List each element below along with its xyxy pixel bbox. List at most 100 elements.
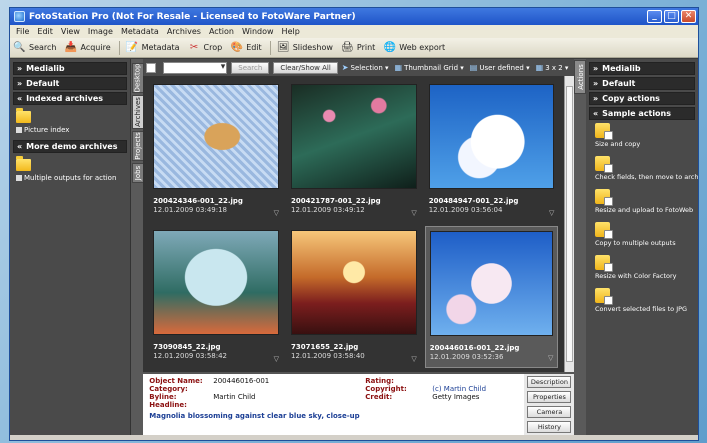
- menu-archives[interactable]: Archives: [163, 27, 205, 36]
- thumbnail-cell[interactable]: 200484947-001_22.jpg 12.01.2009 03:56:04 …: [425, 80, 559, 222]
- thumbnail-menu-icon[interactable]: ▽: [549, 209, 554, 217]
- thumbnail-image[interactable]: [290, 84, 417, 189]
- clear-show-all-button[interactable]: Clear/Show All: [273, 61, 338, 74]
- edit-icon: 🎨: [230, 42, 243, 53]
- section-copy-actions[interactable]: » Copy actions: [589, 92, 695, 105]
- tab-jobs[interactable]: Jobs: [131, 163, 144, 183]
- thumbnail-menu-icon[interactable]: ▽: [274, 209, 279, 217]
- close-button[interactable]: ✕: [681, 10, 696, 23]
- section-medialib[interactable]: » Medialib: [13, 62, 127, 75]
- chevron-down-icon: »: [593, 64, 599, 73]
- thumbnail-menu-icon[interactable]: ▽: [548, 354, 553, 362]
- thumbnail-filename: 200484947-001_22.jpg: [428, 197, 519, 205]
- camera-button[interactable]: Camera: [527, 406, 572, 418]
- thumbnail-cell[interactable]: 200421787-001_22.jpg 12.01.2009 03:49:12 …: [287, 80, 421, 222]
- tab-desktop[interactable]: Desktop: [131, 63, 144, 93]
- print-button[interactable]: 🖨 Print: [341, 41, 375, 54]
- globe-icon: 🌐: [383, 42, 397, 53]
- crop-button[interactable]: ✂ Crop: [188, 41, 222, 54]
- search-button[interactable]: 🔍 Search: [13, 41, 56, 54]
- thumbnail-filename: 73071655_22.jpg: [290, 343, 359, 351]
- user-defined-icon: ▤: [469, 63, 478, 72]
- tab-archives[interactable]: Archives: [131, 95, 144, 129]
- action-copy-multiple[interactable]: Copy to multiple outputs: [595, 222, 695, 247]
- section-default[interactable]: » Default: [13, 77, 127, 90]
- history-button[interactable]: History: [527, 421, 572, 433]
- section-sample-actions[interactable]: «Sample actions: [589, 107, 695, 120]
- right-vertical-tabs: Actions: [574, 59, 587, 440]
- thumbnail-cell[interactable]: 73090845_22.jpg 12.01.2009 03:58:42 ▽: [149, 226, 283, 368]
- thumbnail-menu-icon[interactable]: ▽: [274, 355, 279, 363]
- section-default-actions[interactable]: » Default: [589, 77, 695, 90]
- thumbnail-browser: Search Clear/Show All ➤Selection ▾ ▦Thum…: [143, 59, 575, 440]
- tab-actions[interactable]: Actions: [574, 60, 587, 94]
- thumbnail-menu-icon[interactable]: ▽: [411, 355, 416, 363]
- web-export-button[interactable]: 🌐 Web export: [383, 41, 446, 54]
- select-all-checkbox[interactable]: [146, 62, 157, 73]
- title-bar[interactable]: FotoStation Pro (Not For Resale - Licens…: [10, 8, 698, 25]
- minimize-button[interactable]: _: [647, 10, 662, 23]
- description-button[interactable]: Description: [527, 376, 572, 388]
- archive-item-picture-index[interactable]: Picture index: [16, 126, 124, 134]
- section-more-demo-archives[interactable]: «More demo archives: [13, 140, 127, 153]
- thumbnail-cell[interactable]: 73071655_22.jpg 12.01.2009 03:58:40 ▽: [287, 226, 421, 368]
- metadata-fields: Object Name: 200446016-001 Category: Byl…: [143, 374, 524, 440]
- thumbnail-image[interactable]: [153, 84, 279, 189]
- status-bar: [10, 435, 698, 440]
- menu-edit[interactable]: Edit: [33, 27, 57, 36]
- thumbnail-image[interactable]: [429, 231, 554, 336]
- metadata-panel: Object Name: 200446016-001 Category: Byl…: [143, 372, 575, 440]
- menu-file[interactable]: File: [12, 27, 33, 36]
- menu-bar: File Edit View Image Metadata Archives A…: [10, 25, 698, 38]
- action-icon: [595, 156, 613, 173]
- menu-view[interactable]: View: [57, 27, 84, 36]
- folder-icon[interactable]: [16, 156, 31, 171]
- grid-size-menu[interactable]: ▦ 3 x 2 ▾: [536, 63, 569, 72]
- thumbnail-date: 12.01.2009 03:49:18: [153, 206, 228, 214]
- properties-button[interactable]: Properties: [527, 391, 572, 403]
- action-size-and-copy[interactable]: Size and copy: [595, 123, 695, 148]
- demo-archives-list: Multiple outputs for action: [13, 155, 127, 188]
- action-icon: [595, 222, 613, 239]
- action-resize-upload[interactable]: Resize and upload to FotoWeb: [595, 189, 695, 214]
- user-defined-menu[interactable]: ▤ User defined ▾: [470, 63, 530, 72]
- thumbnail-grid: 200424346-001_22.jpg 12.01.2009 03:49:18 …: [143, 76, 564, 372]
- metadata-button[interactable]: 📝 Metadata: [126, 41, 180, 54]
- thumbnail-cell[interactable]: 200424346-001_22.jpg 12.01.2009 03:49:18 …: [149, 80, 283, 222]
- chevron-down-icon: »: [17, 79, 23, 88]
- folder-icon[interactable]: [16, 108, 31, 123]
- menu-help[interactable]: Help: [278, 27, 304, 36]
- selection-menu[interactable]: ➤ Selection ▾: [342, 63, 389, 72]
- thumbnail-image[interactable]: [153, 230, 279, 335]
- slideshow-button[interactable]: 🖼 Slideshow: [277, 41, 333, 54]
- browser-search-button[interactable]: Search: [231, 61, 270, 74]
- menu-metadata[interactable]: Metadata: [117, 27, 163, 36]
- thumbnail-cell-selected[interactable]: 200446016-001_22.jpg 12.01.2009 03:52:36 …: [424, 226, 559, 368]
- action-convert-jpg[interactable]: Convert selected files to JPG: [595, 288, 695, 313]
- thumbnail-image[interactable]: [428, 84, 555, 189]
- thumbnail-grid-menu[interactable]: ▦ Thumbnail Grid ▾: [395, 63, 464, 72]
- search-combo[interactable]: [163, 61, 228, 74]
- copyright-label: Copyright:: [365, 385, 407, 393]
- chevron-up-icon: «: [593, 109, 599, 118]
- archive-item-multiple-outputs[interactable]: Multiple outputs for action: [16, 174, 124, 182]
- thumbnail-image[interactable]: [290, 230, 417, 335]
- scrollbar-thumb[interactable]: [566, 86, 574, 362]
- menu-window[interactable]: Window: [238, 27, 278, 36]
- thumbnail-menu-icon[interactable]: ▽: [411, 209, 416, 217]
- action-check-fields[interactable]: Check fields, then move to archive: [595, 156, 698, 181]
- object-name-value: 200446016-001: [213, 377, 270, 385]
- headline-label: Headline:: [149, 401, 187, 409]
- vertical-scrollbar[interactable]: [564, 76, 575, 372]
- credit-label: Credit:: [365, 393, 393, 401]
- edit-button[interactable]: 🎨 Edit: [230, 41, 261, 54]
- action-resize-color-factory[interactable]: Resize with Color Factory: [595, 255, 695, 280]
- tab-projects[interactable]: Projects: [131, 131, 144, 161]
- maximize-button[interactable]: □: [664, 10, 679, 23]
- section-medialib-actions[interactable]: » Medialib: [589, 62, 695, 75]
- menu-action[interactable]: Action: [205, 27, 238, 36]
- section-indexed-archives[interactable]: «Indexed archives: [13, 92, 127, 105]
- acquire-button[interactable]: 📥 Acquire: [64, 41, 111, 54]
- menu-image[interactable]: Image: [84, 27, 117, 36]
- thumbnail-filename: 200421787-001_22.jpg: [290, 197, 381, 205]
